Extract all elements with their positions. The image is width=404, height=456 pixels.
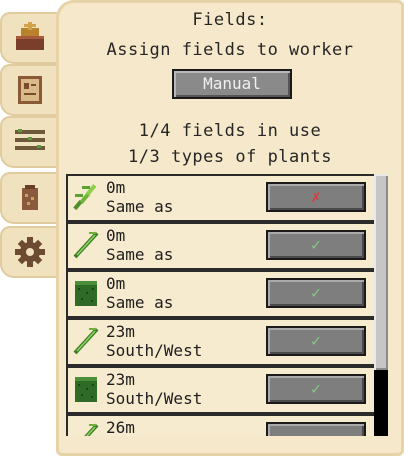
mode-toggle-button[interactable]: Manual	[172, 69, 292, 99]
tab-hut[interactable]	[0, 12, 62, 64]
scrollbar-thumb[interactable]	[374, 174, 388, 370]
check-icon: ✓	[311, 331, 321, 350]
bamboo-icon	[73, 231, 99, 259]
plant-types-count: 1/3 types of plants	[128, 147, 332, 167]
sugarcane-icon	[73, 184, 97, 211]
field-row: 0m Same as ✓	[66, 222, 378, 270]
check-icon: ✓	[311, 379, 321, 398]
assign-field-button[interactable]: ✓	[266, 278, 366, 308]
panel-subtitle: Assign fields to worker	[106, 40, 354, 60]
assign-field-button[interactable]	[266, 422, 366, 436]
assign-field-button[interactable]: ✓	[266, 374, 366, 404]
check-icon: ✓	[311, 283, 321, 302]
cactus-icon	[75, 281, 97, 306]
check-icon: ✓	[311, 235, 321, 254]
list-scrollbar[interactable]	[374, 174, 388, 436]
field-direction: Same as	[106, 197, 174, 216]
info-card-icon	[18, 76, 42, 104]
field-direction: South/West	[106, 389, 203, 408]
tab-seeds[interactable]	[0, 172, 62, 224]
tab-settings[interactable]	[0, 226, 62, 278]
fields-panel: Fields: Assign fields to worker Manual 1…	[56, 0, 404, 456]
field-distance: 0m	[106, 274, 126, 293]
crown-box-icon	[16, 22, 44, 50]
field-row: 0m Same as ✗	[66, 174, 378, 222]
assign-field-button[interactable]: ✓	[266, 326, 366, 356]
field-row: 0m Same as ✓	[66, 270, 378, 318]
field-distance: 0m	[106, 226, 126, 245]
field-direction: Same as	[106, 245, 174, 264]
bamboo-icon	[84, 423, 99, 436]
bamboo-icon	[73, 327, 99, 355]
field-distance: 23m	[106, 370, 135, 389]
field-direction: Same as	[106, 293, 174, 312]
field-row: 26m	[66, 414, 378, 436]
fields-in-use-count: 1/4 fields in use	[138, 121, 322, 141]
field-distance: 0m	[106, 178, 126, 197]
assign-field-button[interactable]: ✓	[266, 230, 366, 260]
field-list: 0m Same as ✗ 0m Same as ✓ 0m Same as ✓ 2…	[66, 174, 378, 436]
field-row: 23m South/West ✓	[66, 366, 378, 414]
cactus-icon	[75, 377, 97, 402]
panel-title: Fields:	[192, 10, 268, 30]
tab-info[interactable]	[0, 64, 62, 116]
field-rows-icon	[15, 129, 45, 150]
field-direction: South/West	[106, 341, 203, 360]
tab-fields[interactable]	[0, 116, 62, 168]
field-distance: 23m	[106, 322, 135, 341]
unassign-field-button[interactable]: ✗	[266, 182, 366, 212]
field-row: 23m South/West ✓	[66, 318, 378, 366]
cross-icon: ✗	[311, 187, 321, 206]
field-distance: 26m	[106, 418, 135, 436]
gear-icon	[15, 237, 45, 267]
seed-bag-icon	[22, 185, 38, 210]
